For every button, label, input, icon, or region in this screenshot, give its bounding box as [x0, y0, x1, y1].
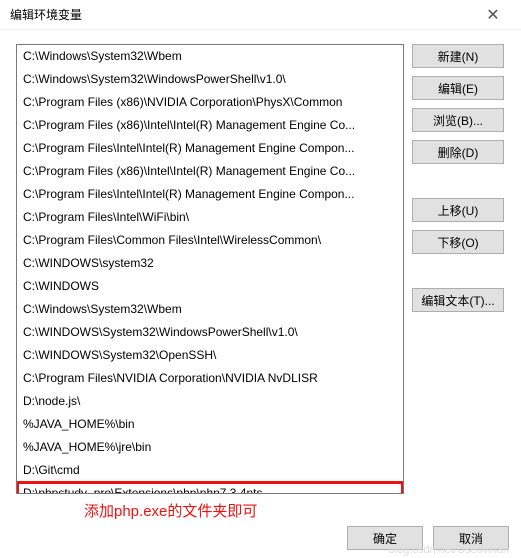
- titlebar: 编辑环境变量 ✕: [0, 0, 521, 30]
- movedown-button[interactable]: 下移(O): [412, 230, 504, 254]
- list-item[interactable]: %JAVA_HOME%\jre\bin: [17, 436, 403, 459]
- list-item[interactable]: C:\Windows\System32\WindowsPowerShell\v1…: [17, 68, 403, 91]
- path-listbox[interactable]: C:\Windows\System32\WbemC:\Windows\Syste…: [16, 44, 404, 494]
- delete-button[interactable]: 删除(D): [412, 140, 504, 164]
- ok-button[interactable]: 确定: [347, 526, 423, 550]
- list-item[interactable]: C:\Program Files (x86)\Intel\Intel(R) Ma…: [17, 114, 403, 137]
- list-item[interactable]: D:\Git\cmd: [17, 459, 403, 482]
- list-item[interactable]: D:\phpstudy_pro\Extensions\php\php7.3.4n…: [17, 482, 403, 494]
- content-area: C:\Windows\System32\WbemC:\Windows\Syste…: [0, 30, 521, 504]
- annotation-text: 添加php.exe的文件夹即可: [84, 500, 257, 521]
- list-item[interactable]: C:\Program Files\Intel\Intel(R) Manageme…: [17, 183, 403, 206]
- list-item[interactable]: C:\WINDOWS\System32\OpenSSH\: [17, 344, 403, 367]
- list-item[interactable]: C:\Program Files (x86)\NVIDIA Corporatio…: [17, 91, 403, 114]
- list-item[interactable]: C:\Program Files\Intel\Intel(R) Manageme…: [17, 137, 403, 160]
- dialog-footer: 确定 取消: [347, 526, 509, 550]
- sidebar-buttons: 新建(N) 编辑(E) 浏览(B)... 删除(D) 上移(U) 下移(O) 编…: [412, 44, 504, 494]
- window-title: 编辑环境变量: [10, 6, 82, 23]
- close-button[interactable]: ✕: [473, 1, 513, 29]
- list-item[interactable]: C:\Program Files (x86)\Intel\Intel(R) Ma…: [17, 160, 403, 183]
- list-item[interactable]: C:\Program Files\NVIDIA Corporation\NVID…: [17, 367, 403, 390]
- list-item[interactable]: C:\Program Files\Common Files\Intel\Wire…: [17, 229, 403, 252]
- list-item[interactable]: C:\WINDOWS\System32\WindowsPowerShell\v1…: [17, 321, 403, 344]
- close-icon: ✕: [486, 5, 499, 25]
- cancel-button[interactable]: 取消: [433, 526, 509, 550]
- list-item[interactable]: C:\Program Files\Intel\WiFi\bin\: [17, 206, 403, 229]
- list-item[interactable]: D:\node.js\: [17, 390, 403, 413]
- edittext-button[interactable]: 编辑文本(T)...: [412, 288, 504, 312]
- list-item[interactable]: C:\WINDOWS: [17, 275, 403, 298]
- list-item[interactable]: C:\Windows\System32\Wbem: [17, 298, 403, 321]
- edit-button[interactable]: 编辑(E): [412, 76, 504, 100]
- new-button[interactable]: 新建(N): [412, 44, 504, 68]
- list-item[interactable]: C:\Windows\System32\Wbem: [17, 45, 403, 68]
- list-item[interactable]: C:\WINDOWS\system32: [17, 252, 403, 275]
- browse-button[interactable]: 浏览(B)...: [412, 108, 504, 132]
- list-item[interactable]: %JAVA_HOME%\bin: [17, 413, 403, 436]
- moveup-button[interactable]: 上移(U): [412, 198, 504, 222]
